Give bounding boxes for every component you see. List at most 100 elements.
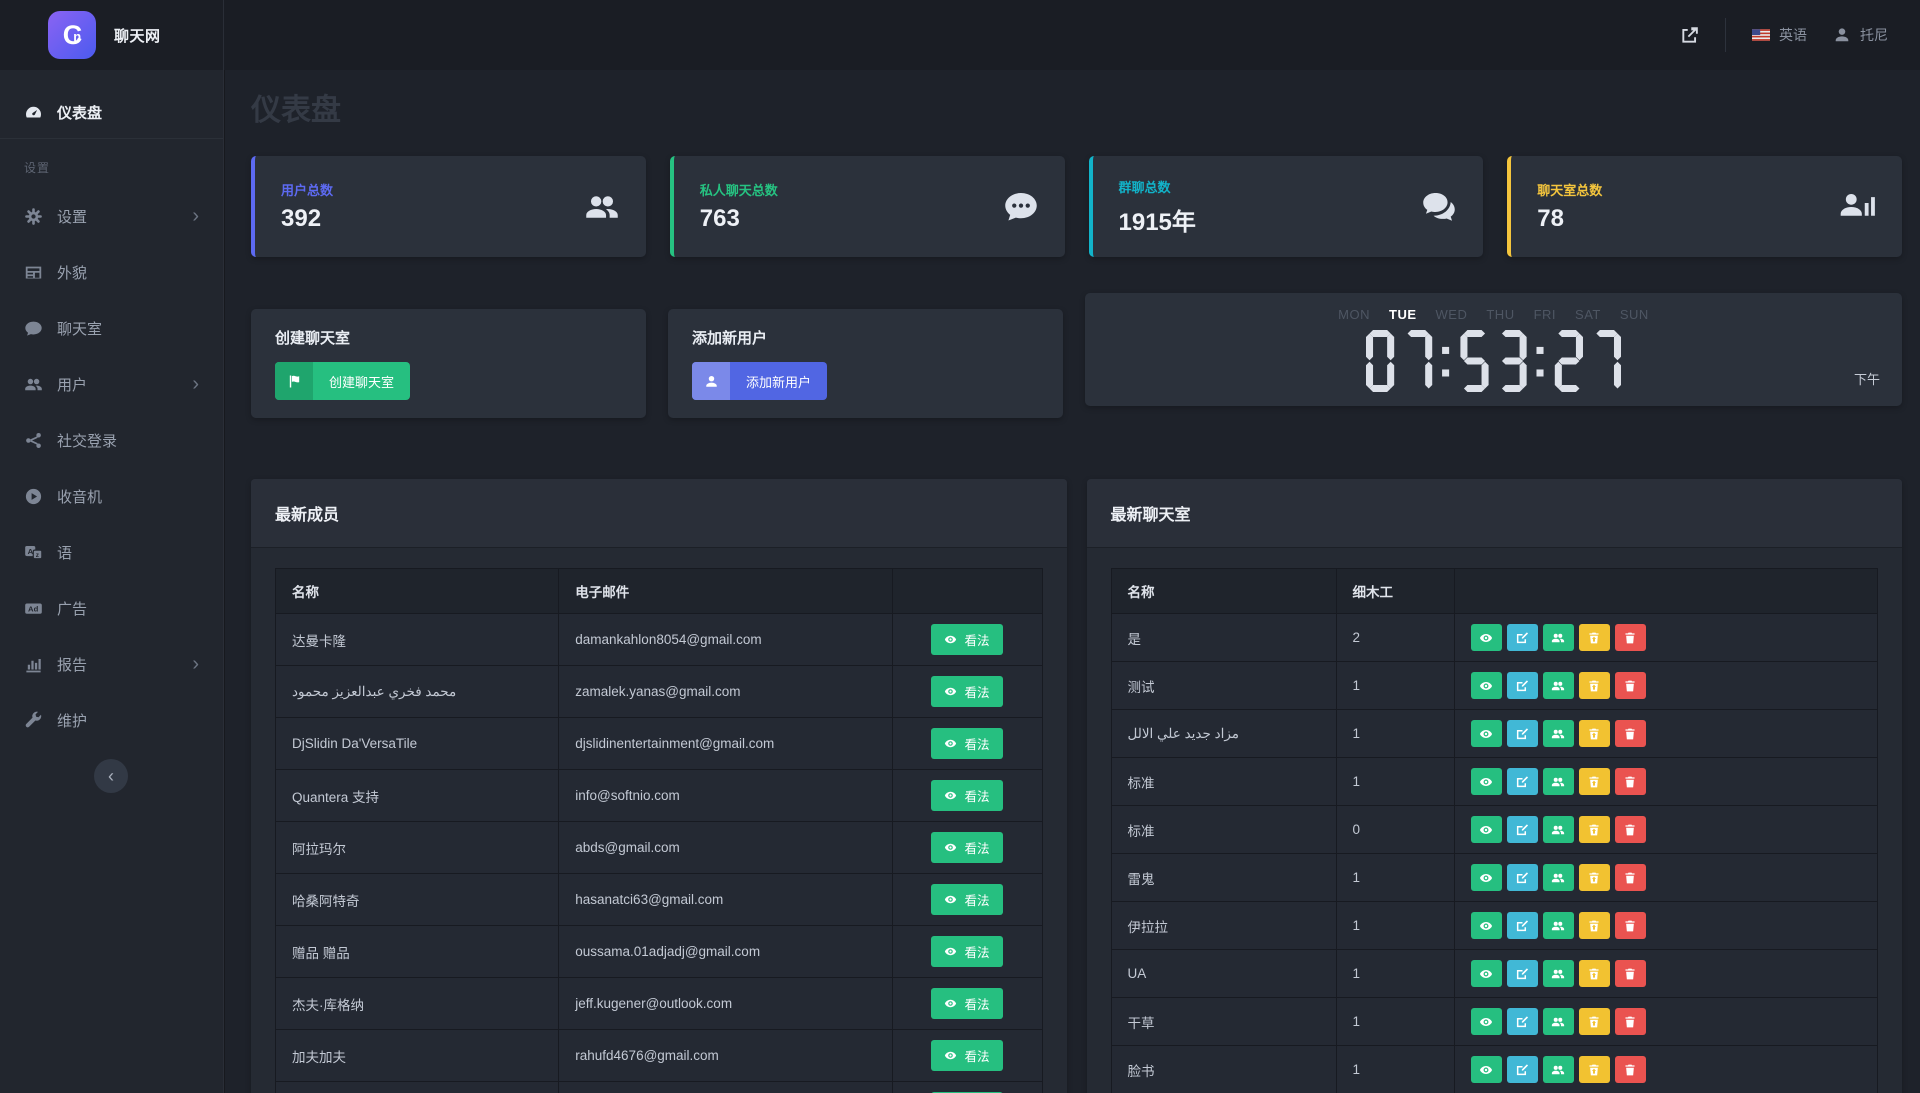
members-button[interactable] — [1543, 720, 1574, 747]
restore-button[interactable] — [1579, 1008, 1610, 1035]
delete-button[interactable] — [1615, 672, 1646, 699]
brand-name: 聊天网 — [114, 25, 161, 46]
trash-icon — [1623, 1063, 1637, 1077]
view-button[interactable]: 看法 — [931, 884, 1002, 915]
members-col-name: 名称 — [276, 569, 559, 614]
restore-button[interactable] — [1579, 1056, 1610, 1083]
edit-button[interactable] — [1507, 912, 1538, 939]
room-actions — [1454, 662, 1878, 710]
view-button[interactable] — [1471, 912, 1502, 939]
eye-icon — [1479, 967, 1493, 981]
restore-button[interactable] — [1579, 960, 1610, 987]
room-name: 雷鬼 — [1111, 854, 1336, 902]
delete-button[interactable] — [1615, 624, 1646, 651]
edit-button[interactable] — [1507, 960, 1538, 987]
sidebar-item[interactable]: 收音机 — [0, 476, 223, 516]
members-button[interactable] — [1543, 672, 1574, 699]
create-room-button-label: 创建聊天室 — [313, 362, 410, 400]
rooms-col-actions — [1454, 569, 1878, 614]
members-button[interactable] — [1543, 864, 1574, 891]
view-button[interactable] — [1471, 1056, 1502, 1083]
add-user-button[interactable]: 添加新用户 — [692, 362, 827, 400]
delete-button[interactable] — [1615, 720, 1646, 747]
sidebar-item-label: 仪表盘 — [57, 102, 102, 123]
eye-icon — [1479, 919, 1493, 933]
edit-button[interactable] — [1507, 768, 1538, 795]
view-button[interactable]: 看法 — [931, 780, 1002, 811]
restore-button[interactable] — [1579, 912, 1610, 939]
sidebar-item[interactable]: 设置› — [0, 196, 223, 236]
sidebar-item[interactable]: Ad广告 — [0, 588, 223, 628]
members-button[interactable] — [1543, 1008, 1574, 1035]
restore-button[interactable] — [1579, 768, 1610, 795]
delete-button[interactable] — [1615, 1056, 1646, 1083]
delete-button[interactable] — [1615, 768, 1646, 795]
members-button[interactable] — [1543, 912, 1574, 939]
view-button[interactable] — [1471, 624, 1502, 651]
sidebar-item[interactable]: 维护 — [0, 700, 223, 740]
sidebar-item[interactable]: Az语 — [0, 532, 223, 572]
view-button[interactable] — [1471, 720, 1502, 747]
sidebar-item[interactable]: 报告› — [0, 644, 223, 684]
external-link-button[interactable] — [1680, 26, 1699, 45]
clock-days: MONTUEWEDTHUFRISATSUN — [1338, 307, 1649, 322]
delete-button[interactable] — [1615, 960, 1646, 987]
user-icon — [692, 362, 730, 400]
delete-button[interactable] — [1615, 912, 1646, 939]
flag-icon — [275, 362, 313, 400]
view-button[interactable]: 看法 — [931, 676, 1002, 707]
members-button[interactable] — [1543, 816, 1574, 843]
edit-button[interactable] — [1507, 720, 1538, 747]
view-button[interactable] — [1471, 1008, 1502, 1035]
delete-button[interactable] — [1615, 1008, 1646, 1035]
members-button[interactable] — [1543, 960, 1574, 987]
language-selector[interactable]: 英语 — [1752, 25, 1807, 45]
view-button[interactable] — [1471, 816, 1502, 843]
edit-button[interactable] — [1507, 816, 1538, 843]
restore-button[interactable] — [1579, 624, 1610, 651]
view-button[interactable] — [1471, 768, 1502, 795]
view-button[interactable]: 看法 — [931, 728, 1002, 759]
edit-button[interactable] — [1507, 624, 1538, 651]
user-menu[interactable]: 托尼 — [1833, 25, 1888, 45]
sidebar-item-label: 语 — [57, 542, 72, 563]
room-actions — [1454, 614, 1878, 662]
view-button[interactable]: 看法 — [931, 1040, 1002, 1071]
restore-button[interactable] — [1579, 672, 1610, 699]
restore-button[interactable] — [1579, 864, 1610, 891]
sidebar-item[interactable]: 外貌 — [0, 252, 223, 292]
sidebar-item[interactable]: 社交登录 — [0, 420, 223, 460]
app-logo[interactable]: C n — [48, 11, 96, 59]
ad-icon: Ad — [24, 599, 43, 618]
edit-button[interactable] — [1507, 864, 1538, 891]
view-button[interactable] — [1471, 864, 1502, 891]
members-button[interactable] — [1543, 624, 1574, 651]
view-button[interactable] — [1471, 960, 1502, 987]
member-name: 哈桑阿特奇 — [276, 874, 559, 926]
view-button[interactable]: 看法 — [931, 832, 1002, 863]
table-row: Quantera 支持info@softnio.com看法 — [276, 770, 1043, 822]
sidebar-item-dashboard[interactable]: 仪表盘 — [0, 92, 223, 132]
sidebar-item[interactable]: 聊天室 — [0, 308, 223, 348]
stat-card-private-chats: 私人聊天总数 763 — [670, 156, 1065, 257]
members-button[interactable] — [1543, 768, 1574, 795]
member-email: abds@gmail.com — [559, 822, 892, 874]
view-button[interactable] — [1471, 672, 1502, 699]
view-button[interactable]: 看法 — [931, 624, 1002, 655]
sidebar-collapse-button[interactable]: ‹ — [94, 759, 128, 793]
delete-button[interactable] — [1615, 864, 1646, 891]
delete-button[interactable] — [1615, 816, 1646, 843]
view-button[interactable]: 看法 — [931, 936, 1002, 967]
restore-button[interactable] — [1579, 816, 1610, 843]
edit-button[interactable] — [1507, 672, 1538, 699]
view-button[interactable]: 看法 — [931, 988, 1002, 1019]
edit-button[interactable] — [1507, 1008, 1538, 1035]
create-room-button[interactable]: 创建聊天室 — [275, 362, 410, 400]
edit-icon — [1515, 727, 1529, 741]
sidebar-item[interactable]: 用户› — [0, 364, 223, 404]
room-joiners: 1 — [1336, 1046, 1454, 1093]
members-button[interactable] — [1543, 1056, 1574, 1083]
brand-area: C n 聊天网 — [0, 0, 224, 70]
restore-button[interactable] — [1579, 720, 1610, 747]
edit-button[interactable] — [1507, 1056, 1538, 1083]
